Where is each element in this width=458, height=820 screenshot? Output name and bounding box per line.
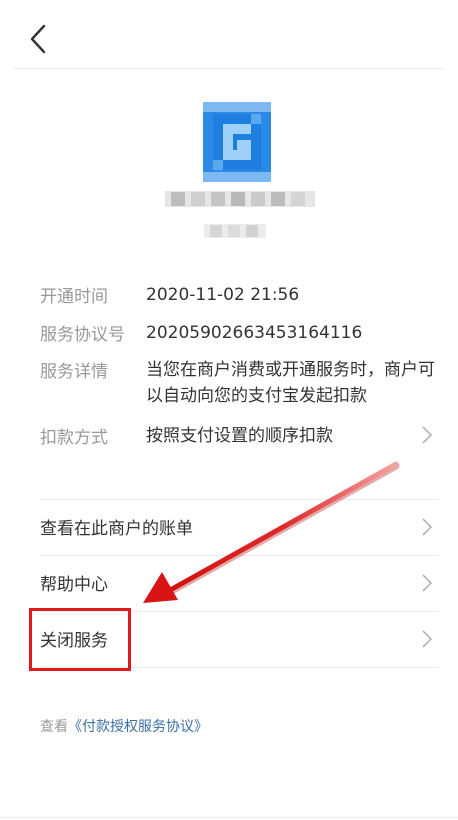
help-center-item[interactable]: 帮助中心 [40, 556, 438, 611]
merchant-subtitle-blurred [204, 222, 266, 240]
open-time-value: 2020-11-02 21:56 [146, 285, 300, 305]
agreement-number-value: 20205902663453164116 [146, 323, 363, 343]
back-button[interactable] [24, 22, 54, 56]
header-divider [14, 68, 444, 69]
payment-authorization-agreement-link[interactable]: 《付款授权服务协议》 [68, 719, 208, 735]
deduct-method-row[interactable]: 扣款方式 按照支付设置的顺序扣款 [40, 423, 438, 449]
highlight-box-annotation [29, 608, 131, 671]
agreement-footer: 查看《付款授权服务协议》 [40, 716, 208, 736]
chevron-right-icon [422, 518, 432, 536]
service-detail-value: 当您在商户消费或开通服务时，商户可以自动向您的支付宝发起扣款 [146, 360, 435, 406]
chevron-right-icon [422, 574, 432, 592]
help-center-label: 帮助中心 [40, 575, 108, 595]
open-time-label: 开通时间 [40, 287, 108, 307]
agreement-number-label: 服务协议号 [40, 325, 125, 345]
chevron-right-icon [422, 630, 432, 648]
chevron-left-icon [30, 24, 46, 54]
view-prefix: 查看 [40, 719, 68, 735]
bottom-divider [0, 817, 458, 818]
chevron-right-icon [422, 426, 432, 444]
deduct-method-label: 扣款方式 [40, 428, 108, 448]
deduct-method-value: 按照支付设置的顺序扣款 [146, 426, 333, 446]
service-detail-label: 服务详情 [40, 362, 108, 382]
view-bills-item[interactable]: 查看在此商户的账单 [40, 500, 438, 555]
view-bills-label: 查看在此商户的账单 [40, 519, 193, 539]
merchant-name-blurred [165, 189, 315, 209]
top-bar [0, 0, 458, 68]
merchant-logo [203, 102, 271, 182]
